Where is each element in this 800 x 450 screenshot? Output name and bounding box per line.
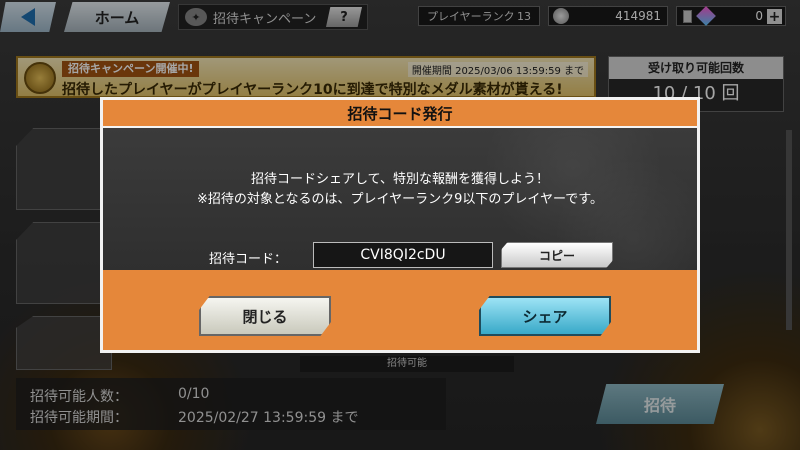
dialog-footer: 閉じる シェア [103,270,697,350]
dialog-body: 招待コードシェアして、特別な報酬を獲得しよう！ ※招待の対象となるのは、プレイヤ… [103,128,697,270]
invite-code-label: 招待コード： [209,252,288,267]
dialog-note: ※招待の対象となるのは、プレイヤーランク9以下のプレイヤーです。 [197,192,603,207]
invite-code-dialog: 招待コード発行 招待コードシェアして、特別な報酬を獲得しよう！ ※招待の対象とな… [100,97,700,353]
dialog-title: 招待コード発行 [103,100,697,128]
dialog-message: 招待コードシェアして、特別な報酬を獲得しよう！ [251,172,549,187]
share-button[interactable]: シェア [479,296,611,336]
invite-code-field[interactable]: CVI8QI2cDU [313,242,493,268]
close-button[interactable]: 閉じる [199,296,331,336]
copy-button[interactable]: コピー [501,242,613,268]
